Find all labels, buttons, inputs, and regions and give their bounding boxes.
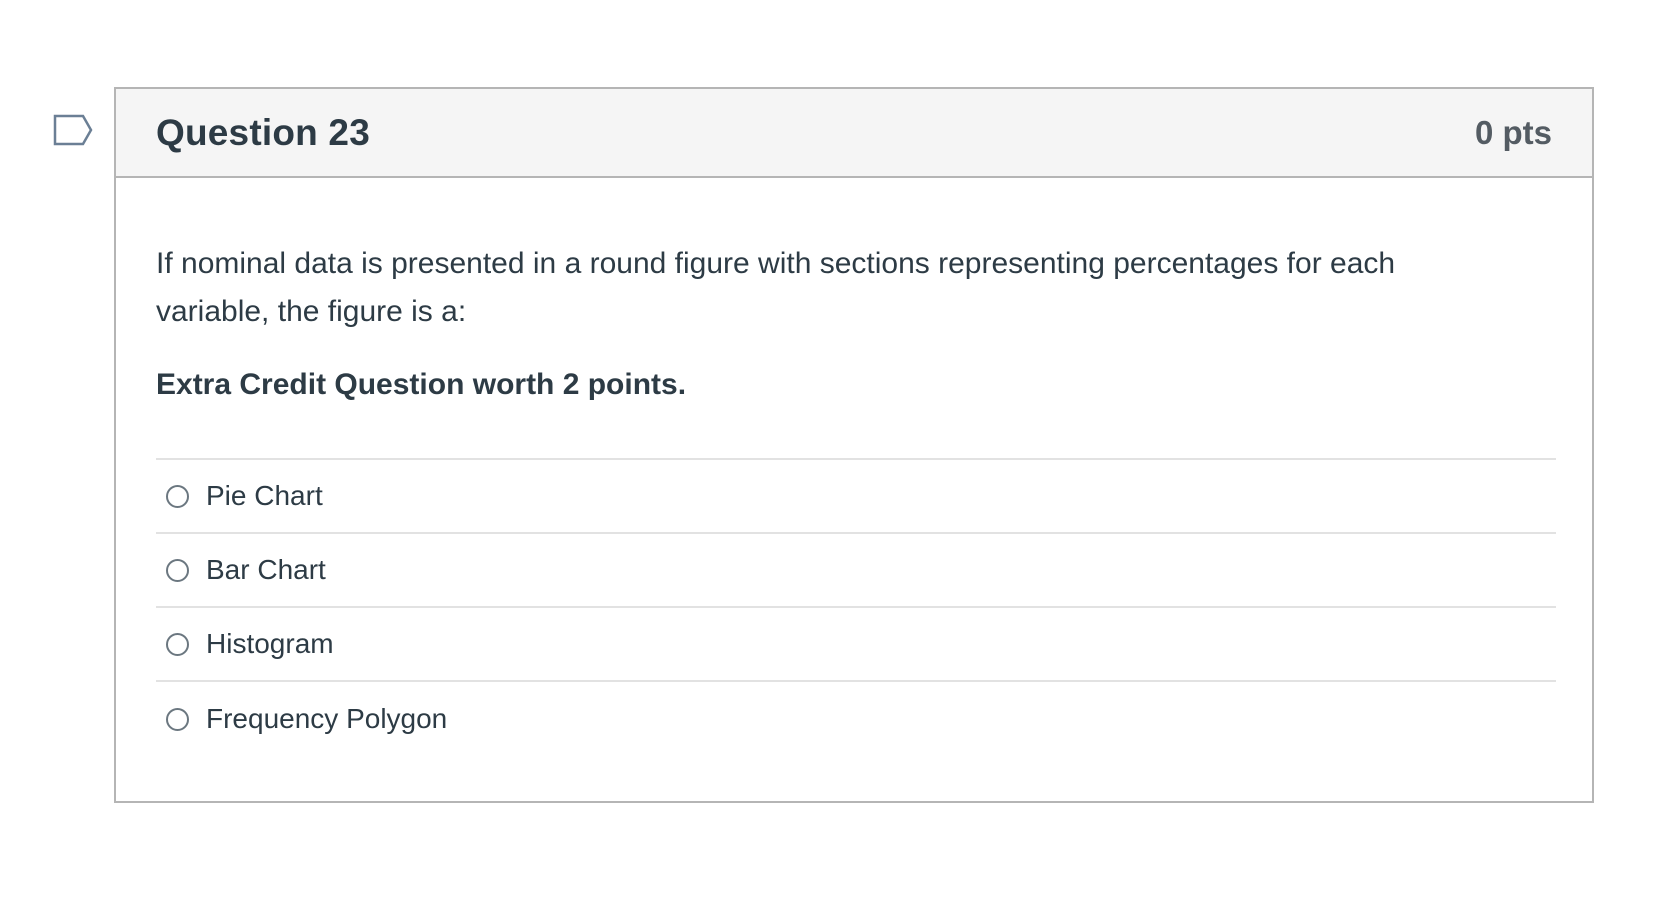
answer-option-pie-chart[interactable]: Pie Chart <box>156 460 1556 534</box>
radio-button[interactable] <box>166 558 189 582</box>
answer-label[interactable]: Pie Chart <box>206 480 323 512</box>
answer-option-histogram[interactable]: Histogram <box>156 608 1556 682</box>
question-points: 0 pts <box>1474 113 1552 151</box>
question-title: Question 23 <box>156 111 370 153</box>
radio-button[interactable] <box>166 707 189 731</box>
answer-list: Pie Chart Bar Chart Histogram Frequency … <box>156 458 1556 756</box>
question-text: If nominal data is presented in a round … <box>156 247 1396 328</box>
radio-button[interactable] <box>166 484 189 508</box>
answer-label[interactable]: Frequency Polygon <box>206 703 447 735</box>
answer-option-bar-chart[interactable]: Bar Chart <box>156 534 1556 608</box>
question-card: Question 23 0 pts If nominal data is pre… <box>114 87 1594 803</box>
extra-credit-note: Extra Credit Question worth 2 points. <box>156 368 687 401</box>
answer-label[interactable]: Histogram <box>206 628 334 660</box>
question-body: If nominal data is presented in a round … <box>116 178 1592 756</box>
flag-question-icon[interactable] <box>53 114 95 148</box>
answer-option-frequency-polygon[interactable]: Frequency Polygon <box>156 682 1556 756</box>
answer-label[interactable]: Bar Chart <box>206 554 326 586</box>
radio-button[interactable] <box>166 632 189 656</box>
question-header: Question 23 0 pts <box>116 89 1592 178</box>
